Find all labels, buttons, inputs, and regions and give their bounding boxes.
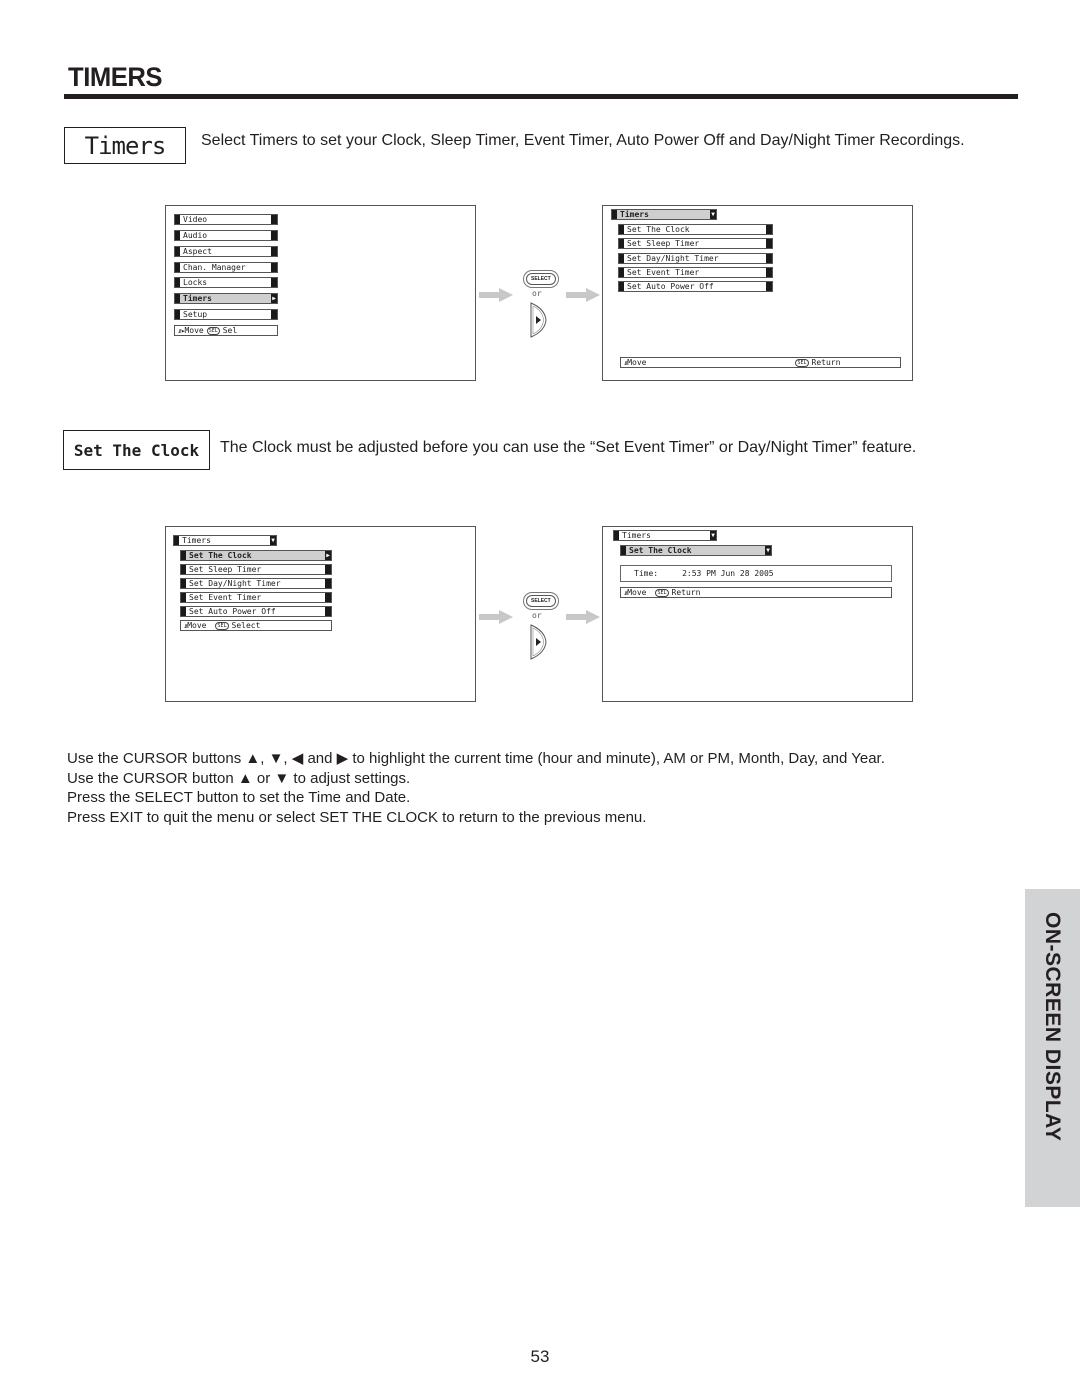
menu-header-label: Timers	[622, 530, 651, 540]
menu-item-set-day-night-timer[interactable]: Set Day/Night Timer	[618, 253, 773, 264]
intro-text: Select Timers to set your Clock, Sleep T…	[201, 132, 965, 149]
section-title: TIMERS	[68, 62, 163, 92]
clock-note-text: The Clock must be adjusted before you ca…	[220, 439, 917, 456]
menu-item-set-day-night-timer[interactable]: Set Day/Night Timer	[180, 578, 332, 589]
menu-item-label: Audio	[183, 230, 208, 240]
menu-header-timers: Timers ▼	[173, 535, 277, 546]
flow-arrow-icon	[566, 288, 600, 302]
nav-action-label: Select	[231, 620, 261, 630]
menu-item-label: Timers	[183, 293, 212, 303]
menu-header-label: Timers	[182, 535, 211, 545]
cursor-right-button-icon	[530, 302, 547, 338]
menu-item-aspect[interactable]: Aspect	[174, 246, 278, 257]
menu-item-timers[interactable]: Timers ▶	[174, 293, 278, 304]
menu-item-label: Chan. Manager	[183, 262, 246, 272]
cursor-right-button-icon	[530, 624, 547, 660]
menu-header-label: Timers	[620, 209, 649, 219]
menu-item-set-auto-power-off[interactable]: Set Auto Power Off	[180, 606, 332, 617]
screen-set-clock: Timers ▼ Set The Clock ▼ Time: 2:53 PM Jun …	[602, 526, 913, 702]
instructions: Use the CURSOR buttons ▲, ▼, ◀ and ▶ to …	[67, 749, 1017, 827]
flow-arrow-icon	[479, 610, 513, 624]
instruction-line: Use the CURSOR buttons ▲, ▼, ◀ and ▶ to …	[67, 750, 885, 767]
time-label: Time:	[634, 568, 659, 578]
chevron-right-icon: ▶	[325, 551, 331, 560]
set-the-clock-tag: Set The Clock	[63, 430, 210, 470]
menu-item-label: Set Sleep Timer	[627, 238, 700, 248]
time-value[interactable]: 2:53 PM Jun 28 2005	[682, 569, 774, 579]
flow-arrow-icon	[479, 288, 513, 302]
page-number: 53	[530, 1347, 550, 1366]
menu-item-set-auto-power-off[interactable]: Set Auto Power Off	[618, 281, 773, 292]
menu-item-set-sleep-timer[interactable]: Set Sleep Timer	[180, 564, 332, 575]
menu-item-locks[interactable]: Locks	[174, 277, 278, 288]
instruction-line: Use the CURSOR button ▲ or ▼ to adjust s…	[67, 769, 411, 787]
menu-item-label: Set Auto Power Off	[627, 281, 714, 291]
menu-item-label: Locks	[183, 277, 208, 287]
title-rule	[64, 94, 1018, 99]
menu-item-set-event-timer[interactable]: Set Event Timer	[180, 592, 332, 603]
menu-item-label: Setup	[183, 309, 208, 319]
menu-item-label: Set Auto Power Off	[189, 606, 276, 616]
select-button-icon: SELECT	[526, 273, 556, 285]
menu-item-label: Set Day/Night Timer	[627, 253, 719, 263]
menu-item-set-event-timer[interactable]: Set Event Timer	[618, 267, 773, 278]
select-button-icon: SELECT	[526, 595, 556, 607]
instruction-line: Press EXIT to quit the menu or select SE…	[67, 808, 647, 826]
chevron-down-icon: ▼	[270, 536, 276, 545]
menu-item-set-sleep-timer[interactable]: Set Sleep Timer	[618, 238, 773, 249]
nav-action-label: Return	[671, 587, 701, 597]
submenu-header-label: Set The Clock	[629, 545, 692, 555]
or-label: or	[532, 289, 542, 298]
nav-hint-bar: ⇵▸ Move SEL Sel	[174, 325, 278, 336]
side-tab-label: ON-SCREEN DISPLAY	[1041, 912, 1064, 1142]
menu-item-label: Set The Clock	[627, 224, 690, 234]
nav-move-label: Move	[184, 325, 204, 335]
nav-hint-bar: ⇵ Move SEL Select	[180, 620, 332, 631]
menu-item-label: Set Sleep Timer	[189, 564, 262, 574]
timers-tag: Timers	[64, 127, 186, 164]
chevron-right-icon: ▶	[271, 294, 277, 303]
instruction-line: Press the SELECT button to set the Time …	[67, 789, 411, 806]
menu-item-chan-manager[interactable]: Chan. Manager	[174, 262, 278, 273]
menu-item-setup[interactable]: Setup	[174, 309, 278, 320]
menu-header-timers: Timers ▼	[611, 209, 717, 220]
menu-item-label: Video	[183, 214, 208, 224]
nav-action-label: Return	[811, 357, 841, 367]
menu-item-label: Set Event Timer	[189, 592, 262, 602]
sel-button-icon: SEL	[655, 588, 669, 597]
nav-move-label: Move	[187, 620, 207, 630]
menu-item-set-the-clock[interactable]: Set The Clock	[618, 224, 773, 235]
time-date-field[interactable]: Time: 2:53 PM Jun 28 2005	[620, 565, 892, 582]
menu-item-label: Set Event Timer	[627, 267, 700, 277]
menu-item-label: Set Day/Night Timer	[189, 578, 281, 588]
or-label: or	[532, 611, 542, 620]
screen-timers-menu: Timers ▼ Set The Clock Set Sleep Timer Se…	[602, 205, 913, 381]
nav-action-label: Sel	[222, 325, 238, 335]
chevron-down-icon: ▼	[710, 210, 716, 219]
nav-hint-bar: ⇵ Move SEL Return	[620, 357, 901, 368]
screen-main-menu: Video Audio Aspect Chan. Manager Locks T…	[165, 205, 476, 381]
menu-item-audio[interactable]: Audio	[174, 230, 278, 241]
sel-button-icon: SEL	[795, 358, 809, 367]
sel-button-icon: SEL	[206, 326, 220, 335]
nav-move-label: Move	[627, 357, 647, 367]
submenu-header-set-the-clock: Set The Clock ▼	[620, 545, 772, 556]
screen-timers-clock-selected: Timers ▼ Set The Clock ▶ Set Sleep Timer S…	[165, 526, 476, 702]
sel-button-icon: SEL	[215, 621, 229, 630]
menu-item-set-the-clock[interactable]: Set The Clock ▶	[180, 550, 332, 561]
menu-item-label: Set The Clock	[189, 550, 252, 560]
chevron-down-icon: ▼	[710, 531, 716, 540]
chevron-down-icon: ▼	[765, 546, 771, 555]
nav-move-label: Move	[627, 587, 647, 597]
menu-item-label: Aspect	[183, 246, 212, 256]
nav-hint-bar: ⇵ Move SEL Return	[620, 587, 892, 598]
flow-arrow-icon	[566, 610, 600, 624]
menu-header-timers: Timers ▼	[613, 530, 717, 541]
menu-item-video[interactable]: Video	[174, 214, 278, 225]
